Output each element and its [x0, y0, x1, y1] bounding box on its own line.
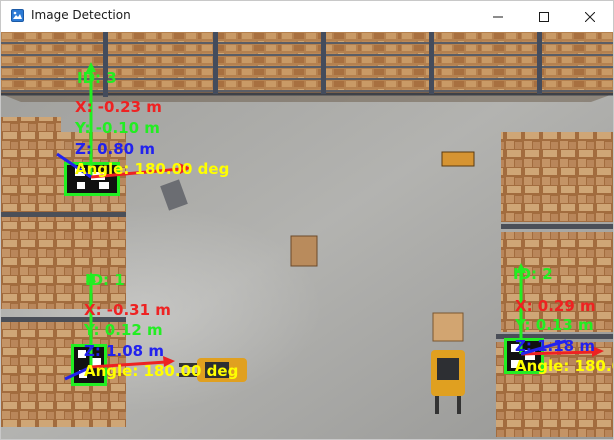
marker-y-label: Y: 0.12 m	[83, 321, 163, 339]
right-racks	[496, 132, 613, 437]
marker-id-label: ID: 3	[77, 69, 117, 87]
marker-id-label: ID: 2	[513, 265, 553, 283]
window-title: Image Detection	[31, 8, 131, 22]
title-bar[interactable]: Image Detection	[1, 1, 613, 32]
warehouse-scene: ID: 3 X: -0.23 m Y: -0.10 m Z: 0.80 m An…	[1, 32, 613, 439]
close-icon	[585, 11, 595, 22]
marker-angle-label: Angle: 180.00 deg	[84, 362, 238, 380]
marker-y-label: Y: 0.13 m	[514, 316, 594, 334]
minimize-icon	[493, 16, 503, 17]
marker-z-label: Z: 0.80 m	[75, 140, 155, 158]
marker-angle-label: Angle: 180.0	[515, 357, 613, 375]
marker-id-label: ID: 1	[85, 271, 125, 289]
marker-y-label: Y: -0.10 m	[74, 119, 160, 137]
marker-z-label: Z: 1.18 m	[515, 337, 595, 355]
marker-z-label: Z: 1.08 m	[84, 342, 164, 360]
minimize-button[interactable]	[475, 1, 521, 32]
marker-x-label: X: -0.23 m	[75, 98, 162, 116]
maximize-button[interactable]	[521, 1, 567, 32]
image-detection-window: Image Detection ID: 3 X: -0.23 m Y: -0.1…	[0, 0, 614, 440]
close-button[interactable]	[567, 1, 613, 32]
maximize-icon	[539, 11, 549, 22]
detection-image: ID: 3 X: -0.23 m Y: -0.10 m Z: 0.80 m An…	[1, 32, 613, 439]
marker-x-label: X: 0.29 m	[515, 297, 596, 315]
marker-x-label: X: -0.31 m	[84, 301, 171, 319]
app-image-icon	[11, 9, 24, 22]
marker-angle-label: Angle: 180.00 deg	[75, 160, 229, 178]
